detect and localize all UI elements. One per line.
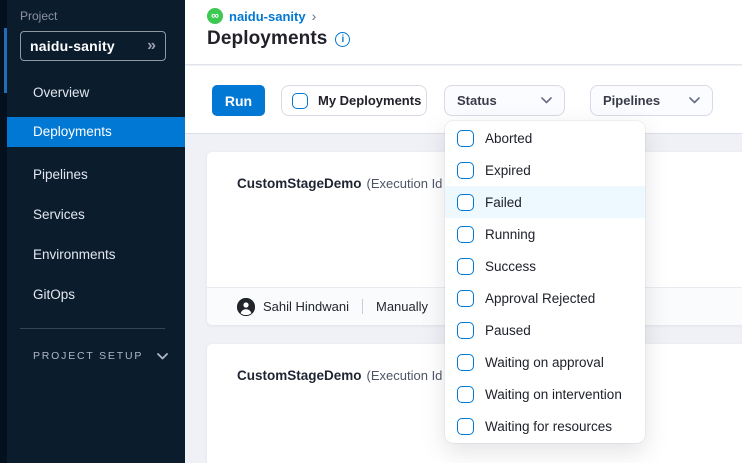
my-deployments-checkbox[interactable]	[292, 93, 308, 109]
status-option-success[interactable]: Success	[445, 250, 645, 282]
project-setup-section[interactable]: PROJECT SETUP	[33, 350, 168, 362]
status-option-label: Waiting for resources	[485, 419, 612, 434]
status-option-running[interactable]: Running	[445, 218, 645, 250]
status-option-label: Success	[485, 259, 536, 274]
status-option-checkbox[interactable]	[457, 290, 474, 307]
project-selector[interactable]: naidu-sanity »	[20, 31, 166, 61]
page-title: Deployments	[207, 28, 327, 50]
breadcrumb: ∞ naidu-sanity ›	[207, 8, 316, 24]
project-label: Project	[20, 9, 57, 23]
project-name: naidu-sanity	[30, 38, 147, 54]
sidebar-item-pipelines[interactable]: Pipelines	[7, 160, 185, 190]
sidebar-item-gitops[interactable]: GitOps	[7, 280, 185, 310]
my-deployments-filter[interactable]: My Deployments	[281, 85, 427, 116]
sidebar-item-overview[interactable]: Overview	[7, 78, 185, 108]
cd-module-icon: ∞	[207, 8, 223, 24]
sidebar-item-deployments[interactable]: Deployments	[7, 117, 185, 147]
status-option-label: Running	[485, 227, 535, 242]
status-option-waiting-on-approval[interactable]: Waiting on approval	[445, 346, 645, 378]
breadcrumb-chevron-icon: ›	[312, 8, 317, 24]
status-option-paused[interactable]: Paused	[445, 314, 645, 346]
status-option-label: Waiting on intervention	[485, 387, 622, 402]
project-expand-icon[interactable]: »	[147, 37, 156, 55]
status-option-label: Expired	[485, 163, 531, 178]
status-option-label: Paused	[485, 323, 531, 338]
footer-separator	[362, 299, 363, 314]
status-filter-label: Status	[457, 93, 497, 108]
status-filter-select[interactable]: Status	[444, 85, 565, 116]
execution-id-text: (Execution Id	[367, 176, 443, 191]
page-header: ∞ naidu-sanity › Deployments i	[185, 0, 742, 65]
pipeline-name: CustomStageDemo	[237, 176, 362, 191]
chevron-down-icon	[541, 97, 552, 104]
status-option-checkbox[interactable]	[457, 418, 474, 435]
pipeline-name: CustomStageDemo	[237, 368, 362, 383]
module-rail[interactable]	[0, 0, 7, 463]
status-option-checkbox[interactable]	[457, 226, 474, 243]
chevron-down-icon	[689, 97, 700, 104]
status-option-aborted[interactable]: Aborted	[445, 122, 645, 154]
status-option-checkbox[interactable]	[457, 258, 474, 275]
triggered-by-user: Sahil Hindwani	[263, 299, 349, 314]
status-option-checkbox[interactable]	[457, 322, 474, 339]
project-setup-label: PROJECT SETUP	[33, 350, 143, 362]
status-option-checkbox[interactable]	[457, 386, 474, 403]
status-option-waiting-for-resources[interactable]: Waiting for resources	[445, 410, 645, 442]
status-option-checkbox[interactable]	[457, 162, 474, 179]
run-button[interactable]: Run	[212, 85, 265, 116]
trigger-type: Manually	[376, 299, 428, 314]
status-option-label: Failed	[485, 195, 522, 210]
pipelines-filter-label: Pipelines	[603, 93, 660, 108]
status-option-checkbox[interactable]	[457, 130, 474, 147]
sidebar-item-environments[interactable]: Environments	[7, 240, 185, 270]
status-option-checkbox[interactable]	[457, 194, 474, 211]
status-option-checkbox[interactable]	[457, 354, 474, 371]
breadcrumb-project-link[interactable]: naidu-sanity	[229, 9, 306, 24]
status-option-failed[interactable]: Failed	[445, 186, 645, 218]
status-dropdown-menu: Aborted Expired Failed Running Success A…	[445, 121, 645, 443]
status-option-approval-rejected[interactable]: Approval Rejected	[445, 282, 645, 314]
sidebar-divider	[20, 328, 165, 329]
chevron-down-icon	[157, 353, 168, 360]
user-avatar-icon	[237, 298, 255, 316]
status-option-label: Aborted	[485, 131, 532, 146]
status-option-waiting-on-intervention[interactable]: Waiting on intervention	[445, 378, 645, 410]
sidebar-item-services[interactable]: Services	[7, 200, 185, 230]
execution-id-text: (Execution Id	[367, 368, 443, 383]
project-sidebar: Project naidu-sanity » Overview Deployme…	[0, 0, 185, 463]
status-option-label: Waiting on approval	[485, 355, 604, 370]
title-row: Deployments i	[207, 28, 350, 50]
my-deployments-label: My Deployments	[318, 93, 421, 108]
info-icon[interactable]: i	[335, 32, 350, 47]
status-option-label: Approval Rejected	[485, 291, 595, 306]
status-option-expired[interactable]: Expired	[445, 154, 645, 186]
pipelines-filter-select[interactable]: Pipelines	[590, 85, 713, 116]
